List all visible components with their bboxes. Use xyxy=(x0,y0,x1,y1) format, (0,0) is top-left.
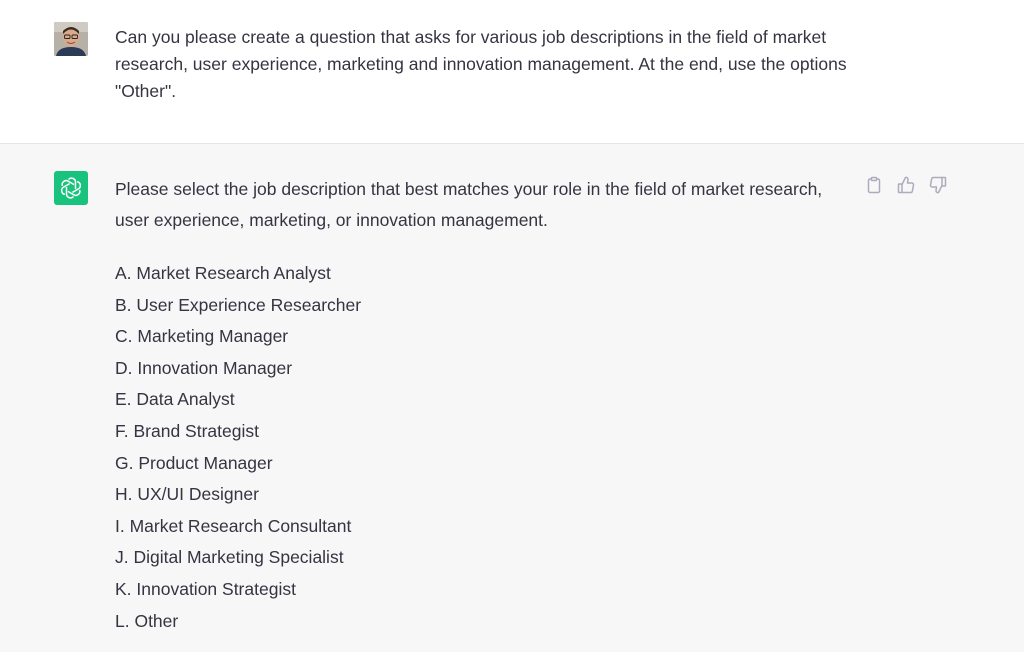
list-item: H. UX/UI Designer xyxy=(115,484,259,505)
list-item: L. Other xyxy=(115,610,179,631)
user-message-text: Can you please create a question that as… xyxy=(115,27,847,101)
openai-logo-icon xyxy=(60,177,82,199)
copy-button[interactable] xyxy=(864,175,884,195)
list-item: K. Innovation Strategist xyxy=(115,578,296,599)
assistant-intro-text: Please select the job description that b… xyxy=(115,179,823,230)
user-avatar xyxy=(54,22,88,56)
assistant-message: Please select the job description that b… xyxy=(0,144,1024,652)
list-item: I. Market Research Consultant xyxy=(115,515,352,536)
thumbs-up-icon xyxy=(897,176,915,194)
list-item: B. User Experience Researcher xyxy=(115,294,362,315)
list-item: J. Digital Marketing Specialist xyxy=(115,547,344,568)
list-item: F. Brand Strategist xyxy=(115,420,259,441)
user-message: Can you please create a question that as… xyxy=(0,0,1024,144)
list-item: C. Marketing Manager xyxy=(115,326,289,347)
list-item: D. Innovation Manager xyxy=(115,357,293,378)
clipboard-icon xyxy=(867,176,881,194)
list-item: G. Product Manager xyxy=(115,452,273,473)
message-actions xyxy=(864,175,948,195)
list-item: E. Data Analyst xyxy=(115,389,235,410)
list-item: A. Market Research Analyst xyxy=(115,263,331,283)
thumbs-down-icon xyxy=(929,176,947,194)
thumbs-up-button[interactable] xyxy=(896,175,916,195)
assistant-avatar xyxy=(54,171,88,205)
thumbs-down-button[interactable] xyxy=(928,175,948,195)
job-options-list: A. Market Research Analyst B. User Exper… xyxy=(115,258,361,637)
